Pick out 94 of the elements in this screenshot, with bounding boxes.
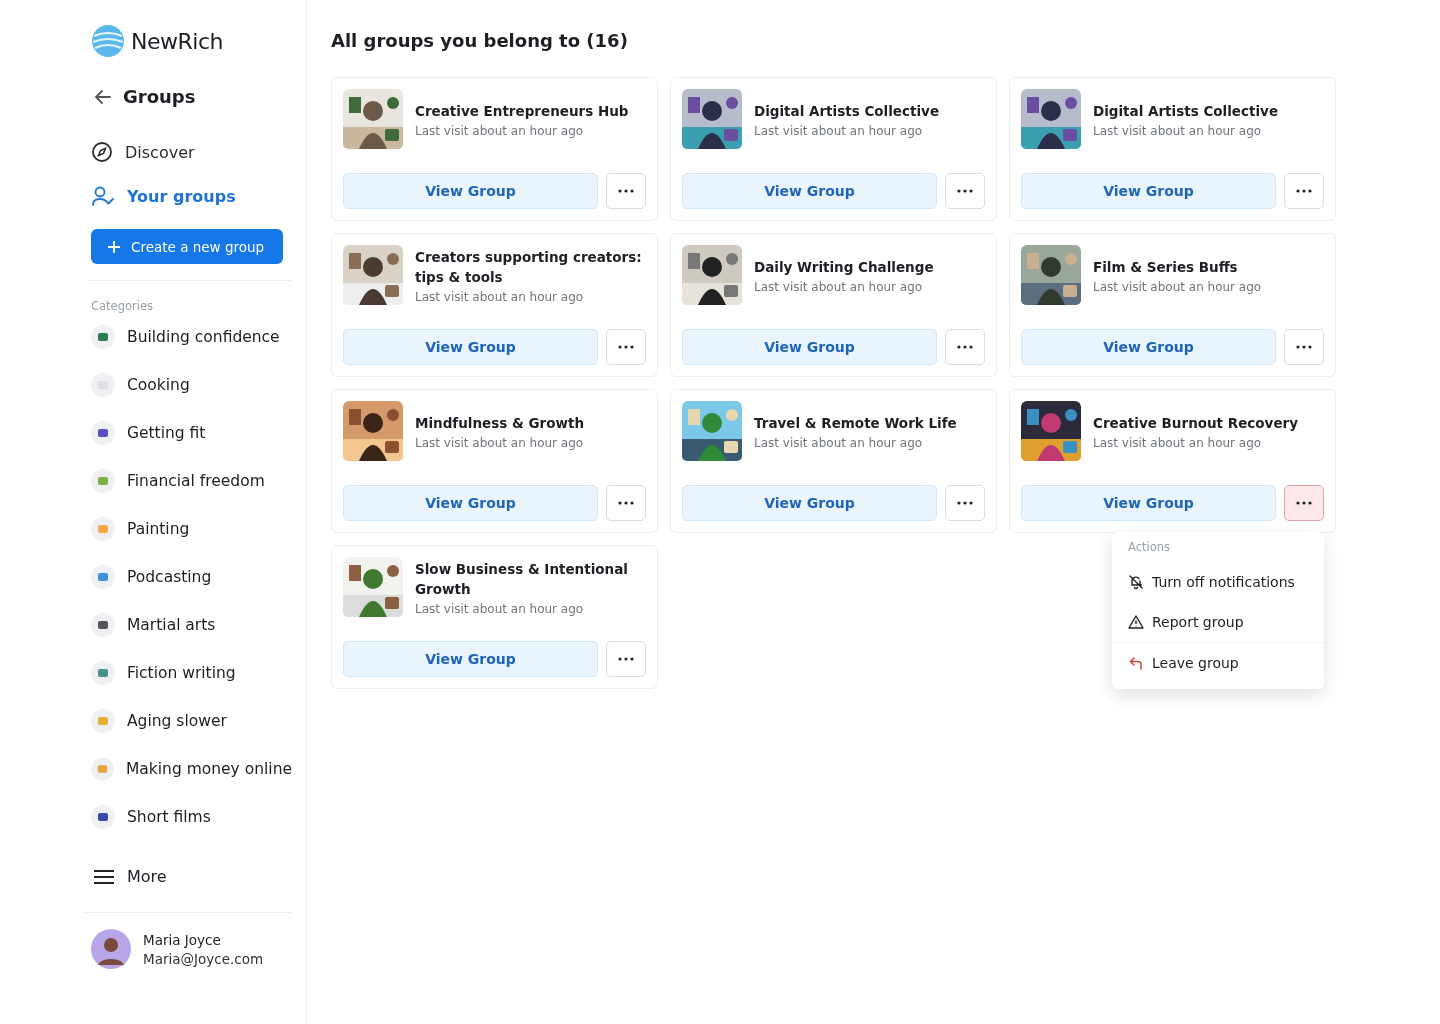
last-visit: Last visit about an hour ago [1093, 435, 1263, 450]
category-icon [91, 613, 115, 637]
create-group-button[interactable]: Create a new group [91, 229, 283, 264]
category-icon [91, 661, 115, 685]
last-visit: Last visit about an hour ago [754, 123, 924, 138]
bell-off-icon [1128, 574, 1144, 590]
view-group-button[interactable]: View Group [343, 485, 598, 521]
group-name: Slow Business & Intentional Growth [415, 559, 629, 599]
view-group-button[interactable]: View Group [343, 329, 598, 365]
group-name: Digital Artists Collective [754, 101, 940, 121]
view-group-button[interactable]: View Group [343, 641, 598, 677]
category-item[interactable]: Short films [91, 805, 292, 829]
category-item[interactable]: Podcasting [91, 565, 292, 589]
view-group-button[interactable]: View Group [1021, 173, 1276, 209]
more-options-button[interactable] [1284, 173, 1324, 209]
more-icon [957, 189, 973, 193]
last-visit: Last visit about an hour ago [754, 435, 924, 450]
category-icon [91, 757, 114, 781]
view-group-button[interactable]: View Group [343, 173, 598, 209]
view-group-button[interactable]: View Group [682, 485, 937, 521]
group-name: Mindfulness & Growth [415, 413, 584, 433]
user-check-icon [91, 185, 115, 207]
category-icon [91, 325, 115, 349]
more-options-button[interactable] [1284, 485, 1324, 521]
more-icon [1296, 345, 1312, 349]
group-name: Digital Artists Collective [1093, 101, 1279, 121]
last-visit: Last visit about an hour ago [415, 123, 585, 138]
category-icon [91, 805, 115, 829]
compass-icon [91, 141, 113, 163]
category-icon [91, 565, 115, 589]
group-name: Film & Series Buffs [1093, 257, 1239, 277]
group-name: Creative Burnout Recovery [1093, 413, 1299, 433]
brand-name: NewRich [131, 28, 223, 54]
more-icon [618, 189, 634, 193]
menu-item[interactable]: Report group [1112, 602, 1324, 642]
page-heading: All groups you belong to (16) [331, 30, 629, 51]
menu-heading: Actions [1127, 540, 1171, 556]
last-visit: Last visit about an hour ago [754, 279, 924, 294]
category-item[interactable]: Building confidence [91, 325, 292, 349]
last-visit: Last visit about an hour ago [415, 601, 585, 616]
category-item[interactable]: Getting fit [91, 421, 292, 445]
more-options-button[interactable] [606, 329, 646, 365]
category-item[interactable]: Financial freedom [91, 469, 292, 493]
menu-icon [93, 867, 115, 886]
group-name: Creative Entrepreneurs Hub [415, 101, 629, 121]
category-icon [91, 373, 115, 397]
more-icon [1296, 501, 1312, 505]
more-icon [618, 345, 634, 349]
category-item[interactable]: Martial arts [91, 613, 292, 637]
avatar [91, 929, 131, 969]
more-options-button[interactable] [945, 173, 985, 209]
view-group-button[interactable]: View Group [1021, 329, 1276, 365]
more-link[interactable]: More [93, 867, 292, 886]
more-options-button[interactable] [606, 485, 646, 521]
menu-item[interactable]: Turn off notifications [1112, 562, 1324, 602]
category-item[interactable]: Cooking [91, 373, 292, 397]
plus-icon [107, 239, 121, 254]
category-item[interactable]: Fiction writing [91, 661, 292, 685]
group-name: Travel & Remote Work Life [754, 413, 957, 433]
more-icon [618, 501, 634, 505]
more-options-button[interactable] [606, 641, 646, 677]
category-item[interactable]: Making money online [91, 757, 292, 781]
category-icon [91, 517, 115, 541]
view-group-button[interactable]: View Group [1021, 485, 1276, 521]
more-options-button[interactable] [945, 485, 985, 521]
user-email: Maria@Joyce.com [143, 950, 264, 967]
more-options-button[interactable] [1284, 329, 1324, 365]
more-options-button[interactable] [606, 173, 646, 209]
last-visit: Last visit about an hour ago [415, 435, 584, 450]
category-icon [91, 709, 115, 733]
more-icon [1296, 189, 1312, 193]
last-visit: Last visit about an hour ago [1093, 279, 1262, 294]
category-icon [91, 469, 115, 493]
more-icon [957, 345, 973, 349]
group-name: Creators supporting creators: tips & tools [415, 247, 643, 287]
warning-icon [1128, 614, 1144, 630]
more-icon [957, 501, 973, 505]
logo-icon [91, 24, 125, 58]
last-visit: Last visit about an hour ago [1093, 123, 1263, 138]
last-visit: Last visit about an hour ago [415, 289, 585, 304]
view-group-button[interactable]: View Group [682, 329, 937, 365]
categories-heading: Categories [91, 299, 154, 313]
category-item[interactable]: Aging slower [91, 709, 292, 733]
nav-item[interactable]: Your groups [91, 185, 292, 207]
group-name: Daily Writing Challenge [754, 257, 934, 277]
category-item[interactable]: Painting [91, 517, 292, 541]
view-group-button[interactable]: View Group [682, 173, 937, 209]
return-arrow-icon [1128, 655, 1144, 671]
more-icon [618, 657, 634, 661]
user-name: Maria Joyce [143, 931, 222, 948]
more-options-button[interactable] [945, 329, 985, 365]
category-icon [91, 421, 115, 445]
nav-item[interactable]: Discover [91, 141, 292, 163]
back-link[interactable]: Groups [93, 86, 292, 107]
